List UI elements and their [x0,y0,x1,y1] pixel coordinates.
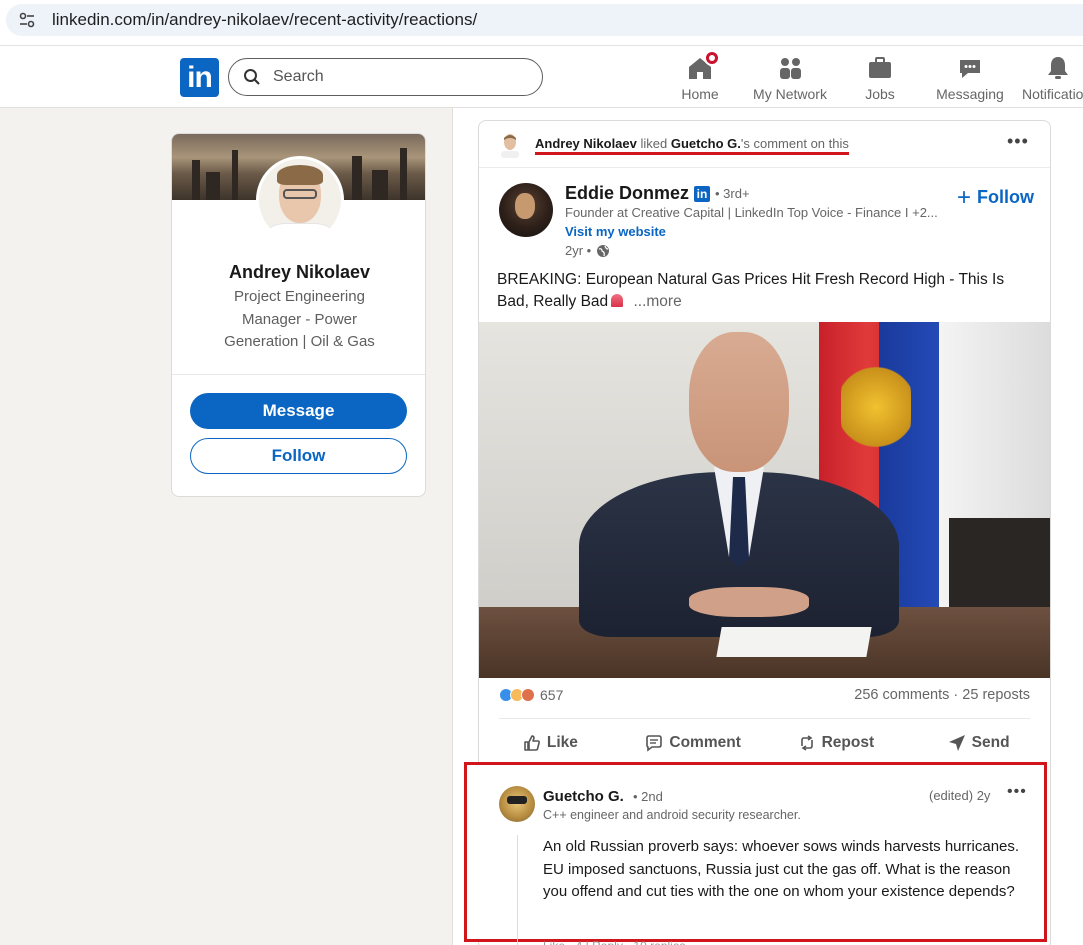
thumbs-up-icon [523,734,541,752]
reaction-count: 657 [540,687,564,703]
repost-button[interactable]: Repost [765,728,908,758]
send-icon [948,734,966,752]
briefcase-icon [866,54,894,82]
search-box[interactable] [228,58,543,96]
divider [479,167,1050,168]
author-name[interactable]: Eddie Donmez [565,183,689,204]
browser-url-bar: linkedin.com/in/andrey-nikolaev/recent-a… [0,0,1083,46]
love-reaction-icon [521,688,535,702]
nav-home[interactable]: Home [681,50,720,104]
nav-messaging-label: Messaging [936,86,1004,102]
url-text[interactable]: linkedin.com/in/andrey-nikolaev/recent-a… [52,10,477,30]
profile-avatar[interactable] [256,156,344,244]
comment-button[interactable]: Comment [622,728,765,758]
message-button[interactable]: Message [190,393,407,429]
nav-notifications[interactable]: Notifications [1022,54,1083,104]
comment-timestamp: (edited) 2y [929,788,991,803]
post-image[interactable] [479,322,1050,678]
like-button[interactable]: Like [479,728,622,758]
follow-author-button[interactable]: + Follow [957,183,1035,211]
see-more-link[interactable]: ...more [633,293,681,310]
follow-author-label: Follow [977,187,1035,207]
messaging-icon [956,54,984,82]
search-icon [243,68,261,86]
repost-label: Repost [821,734,875,751]
author-name-row[interactable]: Eddie Donmez in • 3rd+ [565,183,750,204]
linkedin-logo[interactable]: in [180,58,219,97]
send-label: Send [971,734,1010,751]
like-label: Like [546,734,578,751]
search-input[interactable] [273,68,513,86]
activity-suffix: 's comment on this [740,135,849,151]
profile-card: Andrey Nikolaev Project Engineering Mana… [171,133,426,497]
reactions-summary[interactable]: 657 [499,687,563,703]
siren-emoji-icon [611,294,624,307]
activity-text[interactable]: Andrey Nikolaev liked Guetcho G.'s comme… [535,136,849,155]
commenter-name[interactable]: Guetcho G. [543,788,624,805]
follow-button[interactable]: Follow [190,438,407,474]
activity-verb: liked [636,135,671,151]
nav-jobs[interactable]: Jobs [864,54,896,104]
actor-avatar[interactable] [499,132,521,158]
author-avatar[interactable] [499,183,553,237]
comment-repost-counts[interactable]: 256 comments · 25 reposts [854,687,1030,703]
nav-my-network[interactable]: My Network [752,54,828,104]
notification-badge [704,50,720,66]
comment-actions[interactable]: Like · 4 | Reply · 10 replies [543,939,686,945]
linkedin-badge-icon: in [694,185,711,202]
thread-line [517,835,518,945]
profile-name[interactable]: Andrey Nikolaev [172,262,425,283]
comment-body: An old Russian proverb says: whoever sow… [543,838,1020,900]
home-icon [686,50,720,82]
commenter-name-row[interactable]: Guetcho G. • 2nd [543,788,663,805]
top-navigation: in Home My Network Jobs Messaging [0,46,1083,108]
highlighted-comment: Guetcho G. • 2nd C++ engineer and androi… [464,762,1047,945]
nav-messaging[interactable]: Messaging [936,54,1004,104]
globe-icon [596,244,610,258]
visit-website-link[interactable]: Visit my website [565,224,666,239]
post-text: BREAKING: European Natural Gas Prices Hi… [497,269,1037,313]
connection-degree: • 2nd [633,789,663,804]
commenter-headline: C++ engineer and android security resear… [543,808,801,822]
actor-name[interactable]: Andrey Nikolaev [535,136,637,151]
comment-icon [645,734,663,752]
nav-home-label: Home [681,86,719,102]
network-icon [776,54,804,82]
plus-icon: + [957,183,972,211]
divider [172,374,425,375]
connection-degree: • 3rd+ [715,186,750,201]
site-info-icon[interactable] [18,11,36,29]
profile-headline: Project Engineering Manager - Power Gene… [224,288,375,350]
post-body: BREAKING: European Natural Gas Prices Hi… [497,271,1005,310]
nav-jobs-label: Jobs [865,86,895,102]
post-menu-icon[interactable]: ••• [1007,131,1029,152]
target-name[interactable]: Guetcho G. [671,136,741,151]
address-field[interactable]: linkedin.com/in/andrey-nikolaev/recent-a… [6,4,1083,36]
nav-notifications-label: Notifications [1022,86,1083,102]
send-button[interactable]: Send [907,728,1050,758]
post-actions: Like Comment Repost Send [479,728,1050,758]
comment-label: Comment [669,734,741,751]
repost-icon [798,734,816,752]
commenter-avatar[interactable] [499,786,535,822]
author-headline: Founder at Creative Capital | LinkedIn T… [565,205,938,220]
divider [499,718,1030,719]
activity-header: Andrey Nikolaev liked Guetcho G.'s comme… [499,131,849,159]
comment-menu-icon[interactable]: ••• [1007,783,1027,801]
bell-icon [1044,54,1072,82]
post-time: 2yr • [565,243,592,258]
nav-my-network-label: My Network [753,86,827,102]
post-timestamp: 2yr • [565,243,610,258]
